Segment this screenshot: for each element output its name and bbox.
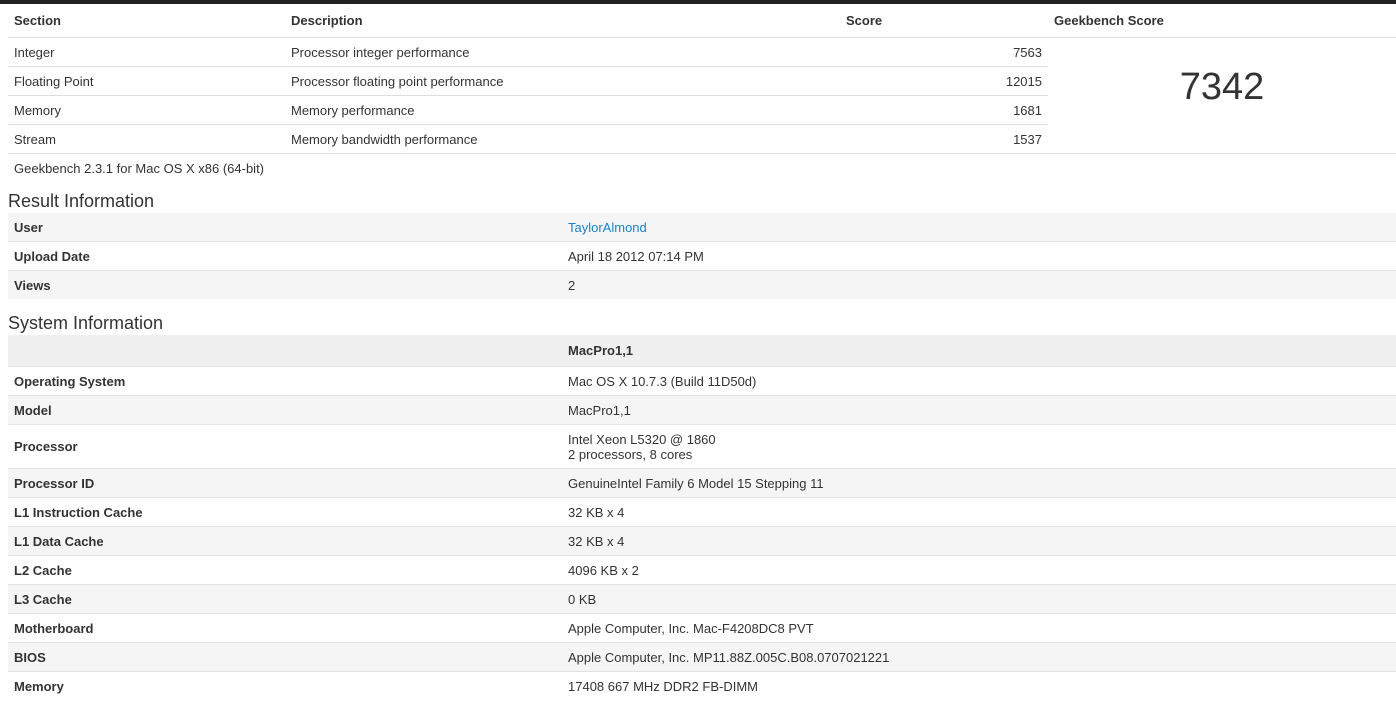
info-value: Intel Xeon L5320 @ 1860 2 processors, 8 … <box>562 424 1396 469</box>
section-description: Memory bandwidth performance <box>285 124 840 154</box>
table-row: Motherboard Apple Computer, Inc. Mac-F42… <box>8 613 1396 643</box>
info-value: 32 KB x 4 <box>562 497 1396 527</box>
table-row: Model MacPro1,1 <box>8 395 1396 425</box>
upload-date-label: Upload Date <box>8 241 562 271</box>
info-label: L1 Instruction Cache <box>8 497 562 527</box>
section-description: Processor floating point performance <box>285 66 840 96</box>
table-row: L2 Cache 4096 KB x 2 <box>8 555 1396 585</box>
table-row: Views 2 <box>8 270 1396 299</box>
geekbench-score-cell: 7342 <box>1048 37 1396 154</box>
upload-date-value: April 18 2012 07:14 PM <box>562 241 1396 271</box>
page-content: Section Description Score Geekbench Scor… <box>8 4 1396 700</box>
processor-count: 2 processors, 8 cores <box>568 446 693 462</box>
section-name: Memory <box>8 95 285 125</box>
description-column-header: Description <box>285 4 840 38</box>
info-value: 17408 667 MHz DDR2 FB-DIMM <box>568 678 758 694</box>
section-score: 12015 <box>840 66 1048 96</box>
system-information-table: MacPro1,1 Operating System Mac OS X 10.7… <box>8 335 1396 700</box>
section-name: Floating Point <box>8 66 285 96</box>
table-row: L3 Cache 0 KB <box>8 584 1396 614</box>
table-row: Processor ID GenuineIntel Family 6 Model… <box>8 468 1396 498</box>
table-row: BIOS Apple Computer, Inc. MP11.88Z.005C.… <box>8 642 1396 672</box>
info-value: 4096 KB x 2 <box>562 555 1396 585</box>
info-label: Memory <box>14 678 64 694</box>
geekbench-score-value: 7342 <box>1179 66 1265 108</box>
table-row: Upload Date April 18 2012 07:14 PM <box>8 241 1396 271</box>
system-table-header: MacPro1,1 <box>8 335 1396 367</box>
score-table: Section Description Score Geekbench Scor… <box>8 4 1396 154</box>
user-label: User <box>8 213 562 242</box>
info-value: Apple Computer, Inc. Mac-F4208DC8 PVT <box>562 613 1396 643</box>
info-label: Operating System <box>8 366 562 396</box>
section-score: 1537 <box>840 124 1048 154</box>
section-name: Stream <box>8 124 285 154</box>
table-row: Memory 17408 667 MHz DDR2 FB-DIMM <box>8 672 1396 701</box>
info-value: Mac OS X 10.7.3 (Build 11D50d) <box>562 366 1396 396</box>
views-value: 2 <box>562 270 1396 299</box>
system-information-heading: System Information <box>8 313 164 333</box>
section-description: Processor integer performance <box>285 37 840 67</box>
table-row: L1 Data Cache 32 KB x 4 <box>8 526 1396 556</box>
info-label: Model <box>8 395 562 425</box>
system-model-header: MacPro1,1 <box>562 335 1396 367</box>
result-information-table: User TaylorAlmond Upload Date April 18 2… <box>8 213 1396 299</box>
info-value: 0 KB <box>562 584 1396 614</box>
section-score: 1681 <box>840 95 1048 125</box>
table-row: Processor Intel Xeon L5320 @ 1860 2 proc… <box>8 424 1396 469</box>
info-label: L3 Cache <box>8 584 562 614</box>
info-value: Apple Computer, Inc. MP11.88Z.005C.B08.0… <box>562 642 1396 672</box>
views-label: Views <box>8 270 562 299</box>
table-row: Operating System Mac OS X 10.7.3 (Build … <box>8 366 1396 396</box>
header-spacer <box>8 335 562 367</box>
info-label: L2 Cache <box>8 555 562 585</box>
section-name: Integer <box>8 37 285 67</box>
section-column-header: Section <box>8 4 285 38</box>
info-label: L1 Data Cache <box>8 526 562 556</box>
info-value: MacPro1,1 <box>562 395 1396 425</box>
info-value: 32 KB x 4 <box>562 526 1396 556</box>
user-value: TaylorAlmond <box>562 213 1396 242</box>
table-row: Integer Processor integer performance 75… <box>8 37 1396 154</box>
user-link[interactable]: TaylorAlmond <box>568 220 647 235</box>
info-value: GenuineIntel Family 6 Model 15 Stepping … <box>562 468 1396 498</box>
table-row: L1 Instruction Cache 32 KB x 4 <box>8 497 1396 527</box>
info-label: BIOS <box>8 642 562 672</box>
table-row: User TaylorAlmond <box>8 213 1396 242</box>
geekbench-score-header: Geekbench Score <box>1048 4 1396 38</box>
info-label: Processor ID <box>8 468 562 498</box>
section-description: Memory performance <box>285 95 840 125</box>
score-column-header: Score <box>840 4 1048 38</box>
section-score: 7563 <box>840 37 1048 67</box>
processor-model: Intel Xeon L5320 @ 1860 <box>568 431 716 447</box>
info-label: Processor <box>8 424 562 469</box>
score-table-header: Section Description Score Geekbench Scor… <box>8 4 1396 38</box>
version-caption: Geekbench 2.3.1 for Mac OS X x86 (64-bit… <box>14 161 265 176</box>
info-label: Motherboard <box>8 613 562 643</box>
result-information-heading: Result Information <box>8 191 155 211</box>
